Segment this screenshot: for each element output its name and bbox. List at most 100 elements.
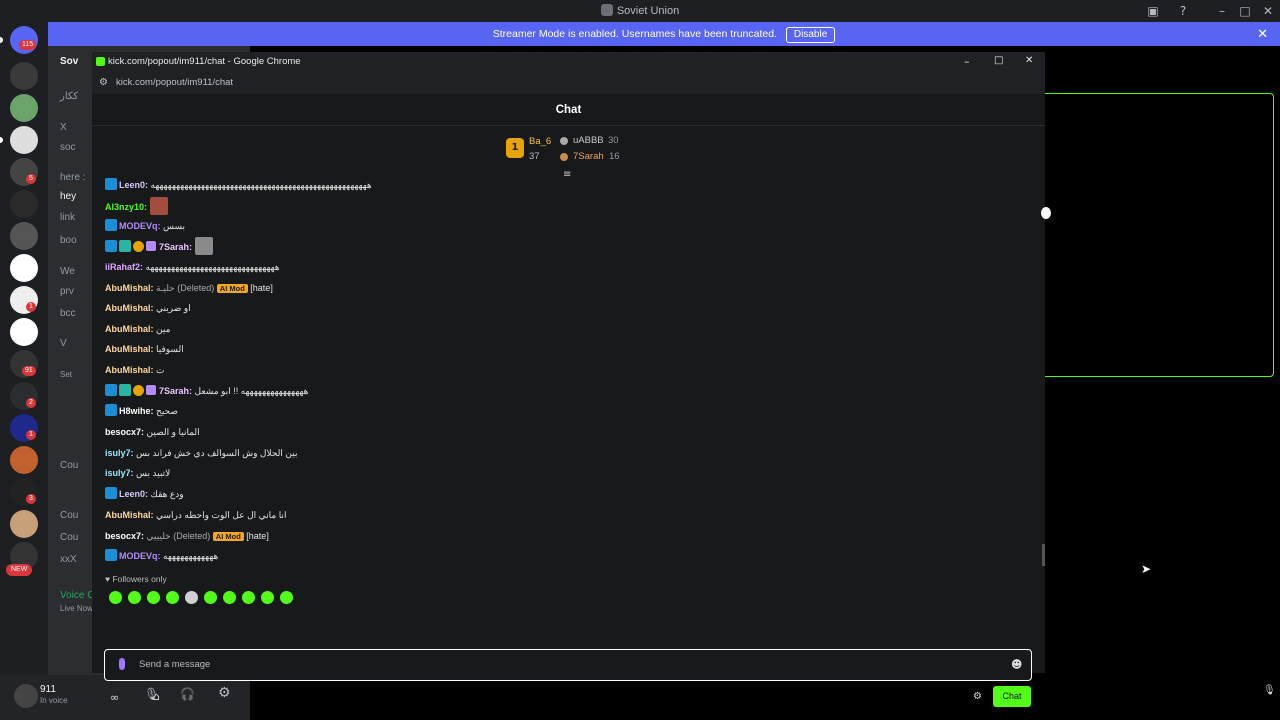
leader-first-name[interactable]: Ba_6 [529,136,551,147]
server-icon[interactable] [10,446,38,474]
settings-gear-icon[interactable]: ⚙ [218,685,231,701]
chat-message: MODEVq: ههههههههههههه [105,549,218,563]
emote-icon[interactable] [166,591,179,604]
message-username[interactable]: MODEVq: [119,221,161,231]
emote-icon[interactable] [147,591,160,604]
voice-channel[interactable]: xxX [60,554,77,565]
emote-icon[interactable] [128,591,141,604]
maximize-icon[interactable]: □ [994,55,1003,66]
server-name[interactable]: Sov [60,56,78,67]
close-icon[interactable]: ✕ [1260,3,1276,19]
message-username[interactable]: AbuMishal: [105,283,154,293]
minimize-icon[interactable]: – [964,55,970,68]
mention-badge: 5 [26,174,36,184]
help-icon[interactable]: ? [1175,3,1191,19]
voice-channel[interactable]: Cou [60,460,78,471]
chat-message: Leen0: ودع هقك [105,487,184,501]
category-label[interactable]: V [60,338,67,349]
message-username[interactable]: isuly7: [105,448,134,458]
channel-item[interactable]: bcc [60,308,76,319]
voice-channel[interactable]: Cou [60,510,78,521]
moderator-badge-icon [105,487,117,499]
server-icon[interactable] [10,190,38,218]
disable-button[interactable]: Disable [785,27,836,43]
message-text: ههههههههههههه [163,551,219,561]
message-username[interactable]: 7Sarah: [159,386,192,396]
message-username[interactable]: AbuMishal: [105,344,154,354]
chat-message: isuly7: لاتبيد بس [105,466,170,480]
message-username[interactable]: AbuMishal: [105,303,154,313]
server-icon[interactable] [10,318,38,346]
close-icon[interactable]: ✕ [1025,55,1033,66]
message-username[interactable]: AbuMishal: [105,365,154,375]
channel-item[interactable]: ككار [60,91,78,102]
category-label[interactable]: X [60,122,67,133]
emote-icon[interactable] [109,591,122,604]
message-text: بين الحلال وش السوالف دي خش فراند بس [136,448,298,458]
emote-icon[interactable] [280,591,293,604]
server-icon[interactable] [10,510,38,538]
emote-icon[interactable] [185,591,198,604]
message-username[interactable]: besocx7: [105,531,144,541]
message-username[interactable]: AbuMishal: [105,510,154,520]
message-text: بسس [163,221,186,231]
channel-item[interactable]: soc [60,142,76,153]
message-text: حليـة (Deleted) [156,283,215,293]
channel-points-icon[interactable]: ∞ [110,691,119,704]
inbox-icon[interactable]: ▣ [1145,3,1161,19]
message-username[interactable]: H8wihe: [119,406,154,416]
avatar[interactable] [14,684,38,708]
url-text[interactable]: kick.com/popout/im911/chat [116,77,233,88]
unread-pip [0,137,3,143]
message-username[interactable]: 7Sarah: [159,242,192,252]
mention-badge: 115 [19,40,37,50]
message-username[interactable]: MODEVq: [119,551,161,561]
server-icon[interactable] [10,222,38,250]
message-username[interactable]: AbuMishal: [105,324,154,334]
server-icon[interactable] [10,126,38,154]
message-username[interactable]: isuly7: [105,468,134,478]
user-status: In voice [40,696,68,705]
message-username[interactable]: Al3nzy10: [105,202,147,212]
send-chat-button[interactable]: Chat [993,686,1031,707]
chat-scrollbar[interactable] [1042,544,1045,566]
voice-channel[interactable]: Cou [60,532,78,543]
emote-icon[interactable] [223,591,236,604]
username: 911 [40,684,56,695]
microphone-icon[interactable]: 🎙 [1263,685,1276,696]
chat-input[interactable]: Send a message ☻ [104,649,1032,681]
server-icon[interactable] [10,62,38,90]
message-username[interactable]: Leen0: [119,489,148,499]
server-icon[interactable] [10,94,38,122]
minimize-icon[interactable]: – [1214,3,1230,19]
category-label[interactable]: We [60,266,75,277]
maximize-icon[interactable]: □ [1237,3,1253,19]
channel-item[interactable]: link [60,212,75,223]
leader-third-name[interactable]: 7Sarah [573,151,604,162]
site-info-icon[interactable]: ⚙ [99,77,108,88]
server-icon[interactable] [10,254,38,282]
channel-item[interactable]: prv [60,286,74,297]
close-banner-icon[interactable]: ✕ [1257,22,1268,46]
store-icon[interactable]: ⌂ [153,690,160,703]
headphones-icon[interactable]: 🎧 [180,687,195,701]
emoji-icon[interactable]: ☻ [1011,658,1022,671]
chat-message: AbuMishal: السوفيا [105,342,184,356]
voice-status: Set [60,370,73,379]
chat-settings-icon[interactable]: ⚙ [973,691,982,702]
emote-icon[interactable] [242,591,255,604]
microphone-icon[interactable] [119,658,125,670]
chat-message: isuly7: بين الحلال وش السوالف دي خش فران… [105,446,297,460]
channel-item[interactable]: boo [60,235,77,246]
channel-item[interactable]: hey [60,191,76,202]
emote-icon[interactable] [204,591,217,604]
emote-icon[interactable] [261,591,274,604]
leader-second-name[interactable]: uABBB [573,135,604,146]
collapse-leaderboard-icon[interactable]: ≡ [563,169,571,180]
category-label[interactable]: here : [60,172,86,183]
message-username[interactable]: besocx7: [105,427,144,437]
ai-mod-badge: AI Mod [212,532,244,541]
message-username[interactable]: Leen0: [119,180,148,190]
message-username[interactable]: iiRahaf2: [105,262,143,272]
drag-handle-icon[interactable] [1041,207,1051,219]
